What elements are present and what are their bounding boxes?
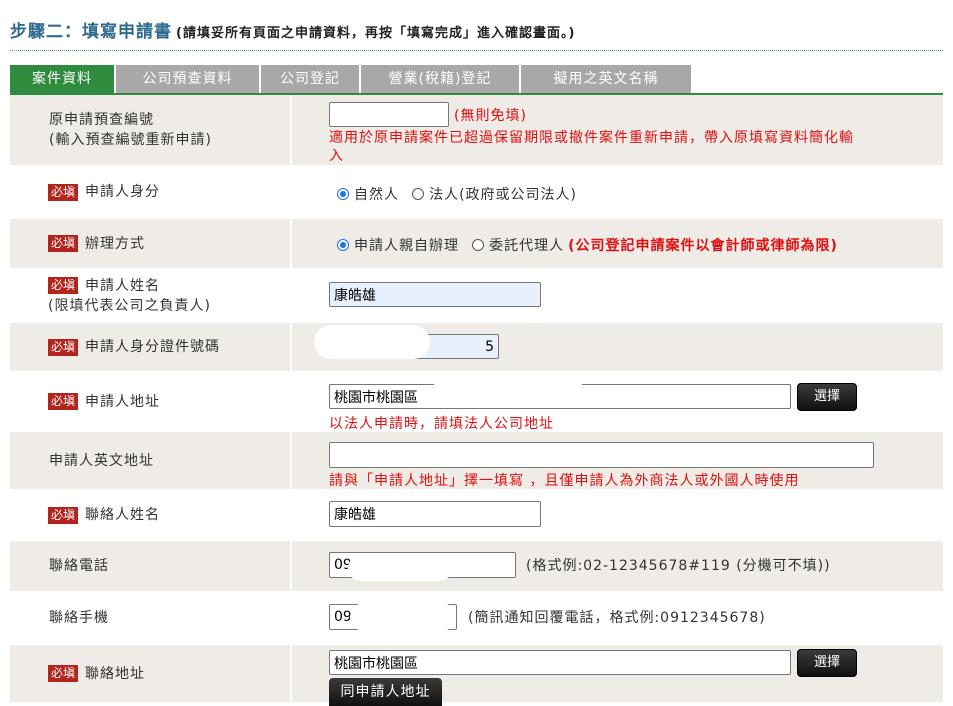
legal-person-label[interactable]: 法人(政府或公司法人) (429, 187, 577, 203)
step-note: (請填妥所有頁面之申請資料，再按「填寫完成」進入確認畫面。) (176, 26, 576, 41)
prev-case-help-line2: 入 (329, 148, 344, 164)
self-handle-label[interactable]: 申請人親自辦理 (354, 238, 459, 254)
prev-case-input[interactable] (329, 102, 449, 127)
radio-agent[interactable] (472, 239, 485, 251)
applicant-name-label: 申請人姓名 (85, 277, 161, 294)
natural-person-label[interactable]: 自然人 (354, 187, 399, 203)
tab-company-precheck[interactable]: 公司預查資料 (116, 65, 261, 93)
required-badge: 必塡 (48, 393, 79, 410)
tab-bar: 案件資料 公司預查資料 公司登記 營業(稅籍)登記 擬用之英文名稱 (10, 65, 693, 93)
tab-case-data[interactable]: 案件資料 (10, 65, 116, 93)
tab-company-registration[interactable]: 公司登記 (261, 65, 361, 93)
row-contact-name: 必塡 聯絡人姓名 (10, 491, 943, 539)
prev-case-optional-note: (無則免填) (454, 108, 527, 124)
required-badge: 必塡 (48, 235, 79, 252)
radio-legal-person[interactable] (412, 188, 425, 200)
applicant-en-address-help: 請與「申請人地址」擇一填寫 ，且僅申請人為外商法人或外國人時使用 (329, 473, 800, 489)
redaction-mask (430, 652, 570, 672)
applicant-name-input[interactable] (329, 282, 541, 307)
applicant-address-input[interactable] (329, 384, 791, 409)
prev-case-label-line1: 原申請預查編號 (49, 112, 154, 128)
row-handling-method: 必塡 辦理方式 申請人親自辦理 委託代理人 (公司登記申請案件以會計師或律師為限) (10, 219, 943, 268)
row-applicant-en-address: 申請人英文地址 請與「申請人地址」擇一填寫 ，且僅申請人為外商法人或外國人時使用 (10, 432, 943, 489)
row-applicant-address: 必塡申請人地址 選擇 以法人申請時，請填法人公司地址 (10, 373, 943, 432)
prev-case-help-line1: 適用於原申請案件已超過保留期限或撤件案件重新申請，帶入原填寫資料簡化輸 (329, 130, 854, 146)
row-prev-case: 原申請預查編號 (輸入預查編號重新申請) (無則免填) 適用於原申請案件已超過保… (10, 95, 943, 165)
required-badge: 必塡 (48, 338, 79, 356)
redaction-mask (314, 325, 430, 359)
required-badge: 必塡 (48, 277, 79, 294)
required-badge: 必塡 (48, 506, 79, 524)
applicant-id-label: 申請人身分證件號碼 (85, 339, 221, 355)
required-badge: 必塡 (48, 665, 79, 682)
row-contact-phone: 聯絡電話 (格式例:02-12345678#119 (分機可不填)) (10, 541, 943, 591)
prev-case-label: 原申請預查編號 (輸入預查編號重新申請) (10, 95, 290, 165)
prev-case-help: 適用於原申請案件已超過保留期限或撤件案件重新申請，帶入原填寫資料簡化輸 入 (329, 129, 854, 165)
select-contact-address-button[interactable]: 選擇 (797, 649, 857, 677)
row-applicant-identity: 必塡 申請人身分 自然人 法人(政府或公司法人) (10, 167, 943, 217)
radio-natural-person[interactable] (337, 188, 349, 200)
contact-mobile-label: 聯絡手機 (49, 610, 109, 626)
step-header: 步驟二：填寫申請書 (請填妥所有頁面之申請資料，再按「填寫完成」進入確認畫面。) (10, 17, 575, 42)
applicant-name-sublabel: (限填代表公司之負責人) (48, 297, 211, 314)
applicant-identity-label: 申請人身分 (85, 184, 161, 200)
tab-business-tax-registration[interactable]: 營業(稅籍)登記 (361, 65, 521, 93)
redaction-mask (350, 603, 456, 631)
handling-method-label: 辦理方式 (85, 235, 146, 252)
prev-case-label-line2: (輸入預查編號重新申請) (49, 132, 212, 148)
contact-address-label: 聯絡地址 (85, 665, 146, 682)
contact-mobile-hint: (簡訊通知回覆電話，格式例:0912345678) (468, 610, 766, 626)
agent-label[interactable]: 委託代理人 (489, 238, 564, 254)
row-applicant-id: 必塡 申請人身分證件號碼 (10, 323, 943, 371)
required-badge: 必塡 (48, 183, 79, 201)
handling-method-note: (公司登記申請案件以會計師或律師為限) (568, 238, 838, 254)
row-applicant-name: 必塡 申請人姓名 (限填代表公司之負責人) (10, 270, 943, 321)
step-title: 步驟二：填寫申請書 (10, 22, 172, 42)
contact-phone-hint: (格式例:02-12345678#119 (分機可不填)) (526, 558, 831, 574)
header-divider (10, 50, 943, 51)
contact-name-input[interactable] (329, 501, 541, 527)
redaction-mask (348, 555, 452, 581)
select-applicant-address-button[interactable]: 選擇 (797, 383, 857, 411)
applicant-en-address-input[interactable] (329, 442, 874, 468)
contact-phone-label: 聯絡電話 (49, 558, 109, 574)
radio-self-handle[interactable] (337, 239, 349, 251)
prev-case-field: (無則免填) 適用於原申請案件已超過保留期限或撤件案件重新申請，帶入原填寫資料簡… (292, 95, 943, 165)
row-contact-mobile: 聯絡手機 (簡訊通知回覆電話，格式例:0912345678) (10, 593, 943, 643)
redaction-mask (432, 375, 584, 385)
contact-name-label: 聯絡人姓名 (85, 507, 161, 523)
row-contact-address: 必塡聯絡地址 選擇 同申請人地址 (10, 645, 943, 706)
tab-english-name[interactable]: 擬用之英文名稱 (521, 65, 693, 93)
applicant-en-address-label: 申請人英文地址 (49, 452, 154, 469)
applicant-address-help: 以法人申請時，請填法人公司地址 (329, 416, 554, 432)
applicant-address-label: 申請人地址 (85, 393, 161, 410)
